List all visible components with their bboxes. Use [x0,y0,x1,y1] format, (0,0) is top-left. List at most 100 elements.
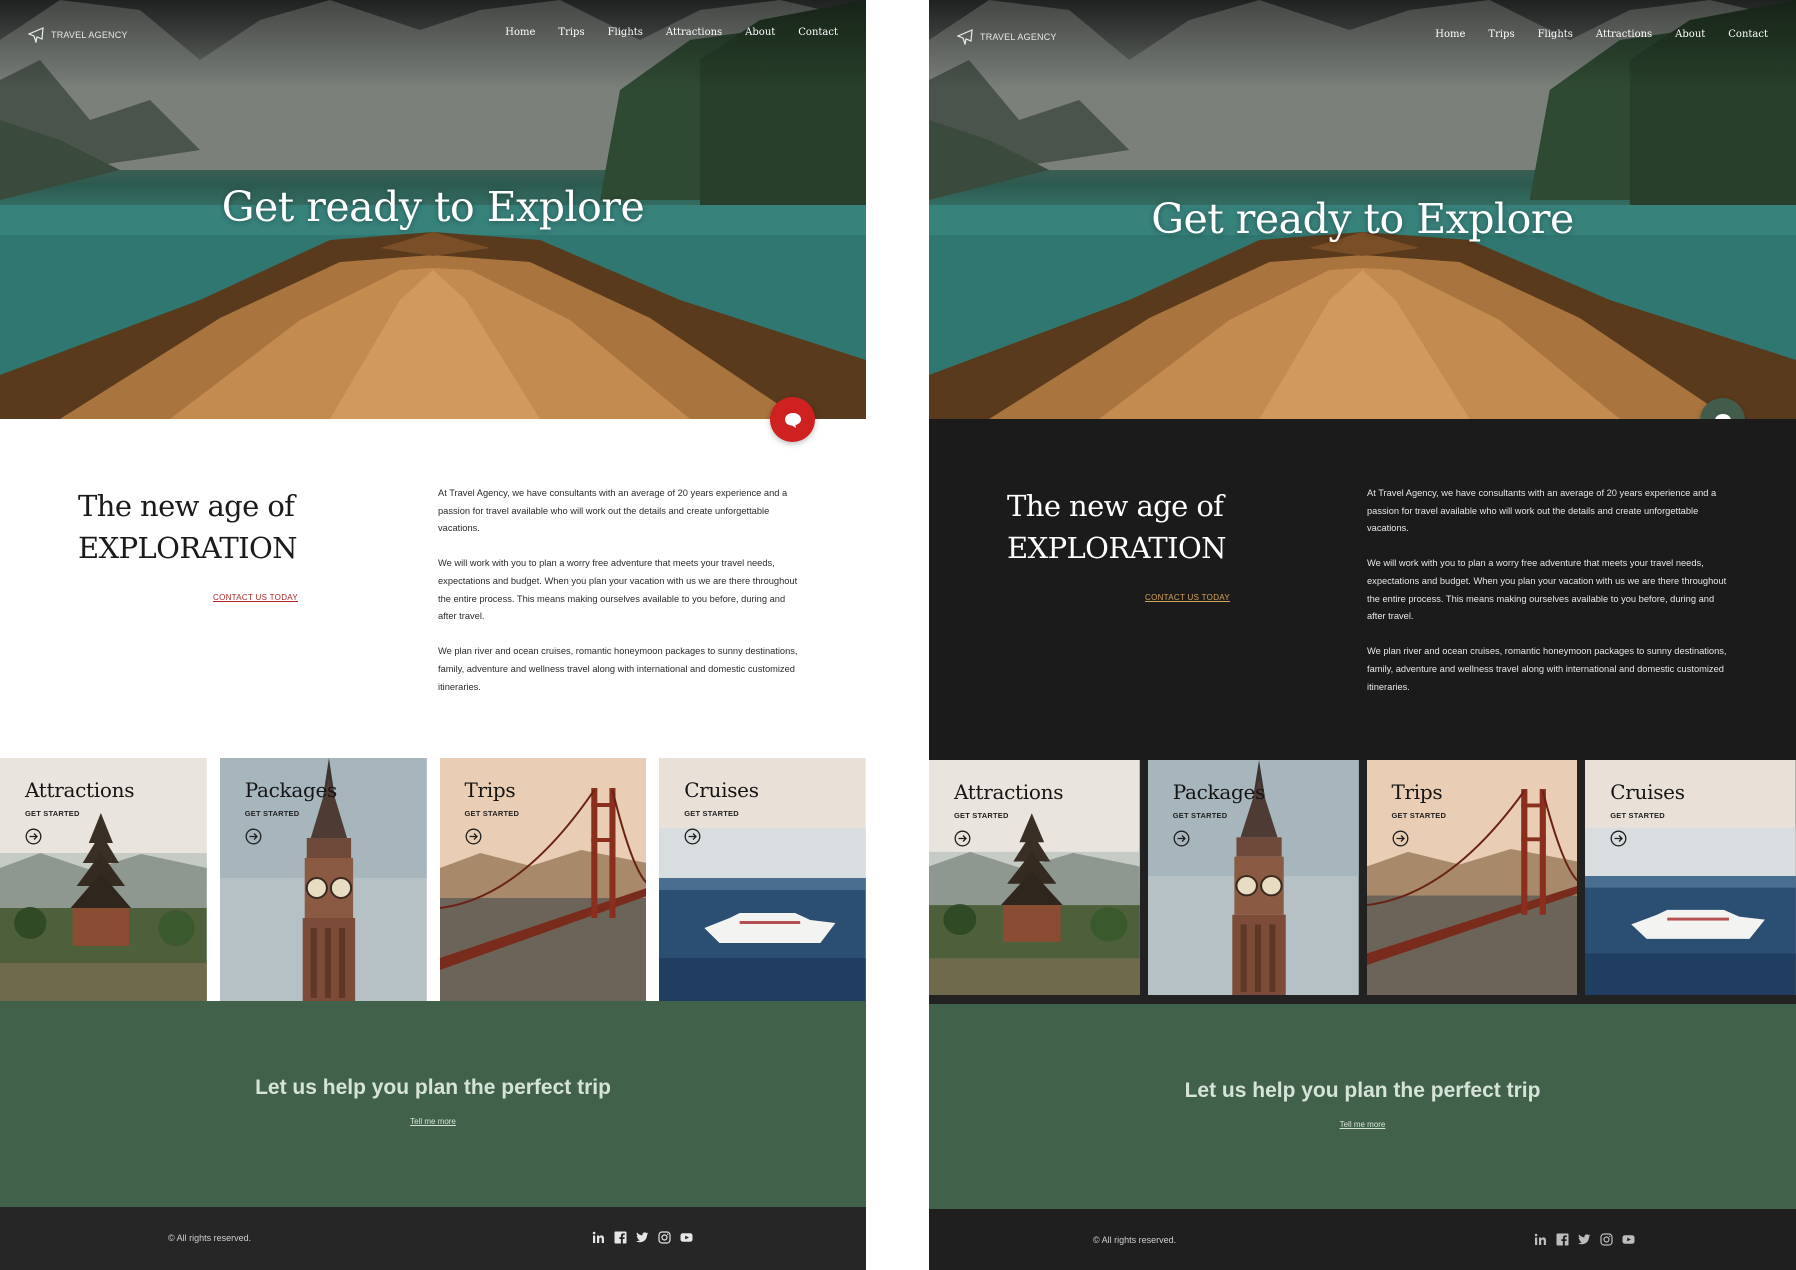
card-cruises[interactable]: Cruises GET STARTED [1585,760,1796,995]
intro-heading-line2: EXPLORATION [78,531,298,565]
page-dark-theme: TRAVEL AGENCY Home Trips Flights Attract… [929,0,1796,1270]
brand-name: TRAVEL AGENCY [51,30,128,40]
card-title: Packages [244,778,338,802]
social-links [592,1231,693,1244]
hero-top-shade [929,0,1796,90]
twitter-icon[interactable] [1578,1233,1591,1246]
intro-section: The new age of EXPLORATION CONTACT US TO… [0,419,866,757]
category-cards: Attractions GET STARTED Packages GET STA… [0,758,866,1001]
card-trips[interactable]: Trips GET STARTED [1366,760,1578,995]
main-nav: Home Trips Flights Attractions About Con… [482,27,838,38]
arrow-circle-icon[interactable] [245,828,262,845]
card-attractions[interactable]: Attractions GET STARTED [929,760,1140,995]
arrow-circle-icon[interactable] [684,828,701,845]
intro-paragraph: At Travel Agency, we have consultants wi… [1367,488,1717,534]
card-get-started[interactable]: GET STARTED [465,809,520,818]
intro-heading: The new age of EXPLORATION [78,485,298,569]
intro-paragraph: At Travel Agency, we have consultants wi… [438,488,788,534]
intro-heading-line2: EXPLORATION [1007,531,1227,565]
hero-title: Get ready to Explore [1151,195,1574,243]
card-cruises[interactable]: Cruises GET STARTED [659,758,866,1001]
card-get-started[interactable]: GET STARTED [1173,811,1228,820]
nav-item-home[interactable]: Home [1435,29,1465,40]
card-title: Attractions [25,778,135,802]
arrow-circle-icon[interactable] [1173,830,1190,847]
copyright-text: © All rights reserved. [1093,1235,1177,1245]
hero-banner: TRAVEL AGENCY Home Trips Flights Attract… [929,0,1796,419]
arrow-circle-icon[interactable] [954,830,971,847]
instagram-icon[interactable] [1600,1233,1613,1246]
nav-item-contact[interactable]: Contact [798,27,838,38]
instagram-icon[interactable] [658,1231,671,1244]
main-nav: Home Trips Flights Attractions About Con… [1412,29,1768,40]
card-title: Cruises [1610,780,1685,804]
intro-heading-line1: The new age of [78,489,295,523]
linkedin-icon[interactable] [592,1231,605,1244]
logo[interactable]: TRAVEL AGENCY [957,29,1057,45]
nav-item-about[interactable]: About [1675,29,1705,40]
footer: © All rights reserved. [0,1207,866,1270]
intro-paragraph: We plan river and ocean cruises, romanti… [438,646,798,692]
airplane-icon [28,27,44,43]
social-links [1534,1233,1635,1246]
nav-item-flights[interactable]: Flights [608,27,643,38]
intro-section: The new age of EXPLORATION CONTACT US TO… [929,419,1796,757]
hero-top-shade [0,0,866,90]
card-packages[interactable]: Packages GET STARTED [1147,760,1359,995]
arrow-circle-icon[interactable] [25,828,42,845]
intro-heading-line1: The new age of [1007,489,1224,523]
cta-title: Let us help you plan the perfect trip [255,1076,611,1099]
nav-item-attractions[interactable]: Attractions [1596,29,1652,40]
arrow-circle-icon[interactable] [465,828,482,845]
youtube-icon[interactable] [680,1231,693,1244]
footer: © All rights reserved. [929,1209,1796,1270]
contact-us-link[interactable]: CONTACT US TODAY [1145,593,1230,602]
nav-item-attractions[interactable]: Attractions [666,27,722,38]
plan-trip-banner: Let us help you plan the perfect trip Te… [0,1001,866,1207]
youtube-icon[interactable] [1622,1233,1635,1246]
card-attractions[interactable]: Attractions GET STARTED [0,758,207,1001]
contact-us-link[interactable]: CONTACT US TODAY [213,593,298,602]
nav-item-contact[interactable]: Contact [1728,29,1768,40]
card-get-started[interactable]: GET STARTED [1392,811,1447,820]
plan-trip-banner: Let us help you plan the perfect trip Te… [929,1004,1796,1209]
twitter-icon[interactable] [636,1231,649,1244]
hero-title: Get ready to Explore [221,183,645,231]
nav-item-home[interactable]: Home [505,27,535,38]
nav-item-trips[interactable]: Trips [1488,29,1514,40]
intro-paragraph: We will work with you to plan a worry fr… [438,558,798,622]
cta-title: Let us help you plan the perfect trip [1184,1079,1541,1102]
card-title: Packages [1172,780,1266,804]
brand-name: TRAVEL AGENCY [980,32,1057,42]
card-get-started[interactable]: GET STARTED [954,811,1009,820]
airplane-icon [957,29,973,45]
nav-item-trips[interactable]: Trips [558,27,584,38]
card-title: Cruises [684,778,759,802]
tell-me-more-link[interactable]: Tell me more [0,1117,866,1126]
facebook-icon[interactable] [614,1231,627,1244]
card-get-started[interactable]: GET STARTED [25,809,80,818]
category-cards: Attractions GET STARTED Packages GET STA… [929,760,1796,1004]
copyright-text: © All rights reserved. [168,1233,252,1243]
arrow-circle-icon[interactable] [1610,830,1627,847]
card-title: Trips [464,778,516,802]
card-trips[interactable]: Trips GET STARTED [439,758,647,1001]
card-packages[interactable]: Packages GET STARTED [219,758,427,1001]
linkedin-icon[interactable] [1534,1233,1547,1246]
card-get-started[interactable]: GET STARTED [684,809,739,818]
facebook-icon[interactable] [1556,1233,1569,1246]
intro-copy: At Travel Agency, we have consultants wi… [1367,485,1727,714]
tell-me-more-link[interactable]: Tell me more [929,1120,1796,1129]
card-get-started[interactable]: GET STARTED [1610,811,1665,820]
nav-item-about[interactable]: About [745,27,775,38]
card-title: Attractions [954,780,1064,804]
intro-paragraph: We will work with you to plan a worry fr… [1367,558,1727,622]
card-get-started[interactable]: GET STARTED [245,809,300,818]
logo[interactable]: TRAVEL AGENCY [28,27,128,43]
page-light-theme: TRAVEL AGENCY Home Trips Flights Attract… [0,0,866,1270]
intro-paragraph: We plan river and ocean cruises, romanti… [1367,646,1727,692]
nav-item-flights[interactable]: Flights [1538,29,1573,40]
arrow-circle-icon[interactable] [1392,830,1409,847]
intro-heading: The new age of EXPLORATION [1007,485,1227,569]
intro-copy: At Travel Agency, we have consultants wi… [438,485,798,714]
